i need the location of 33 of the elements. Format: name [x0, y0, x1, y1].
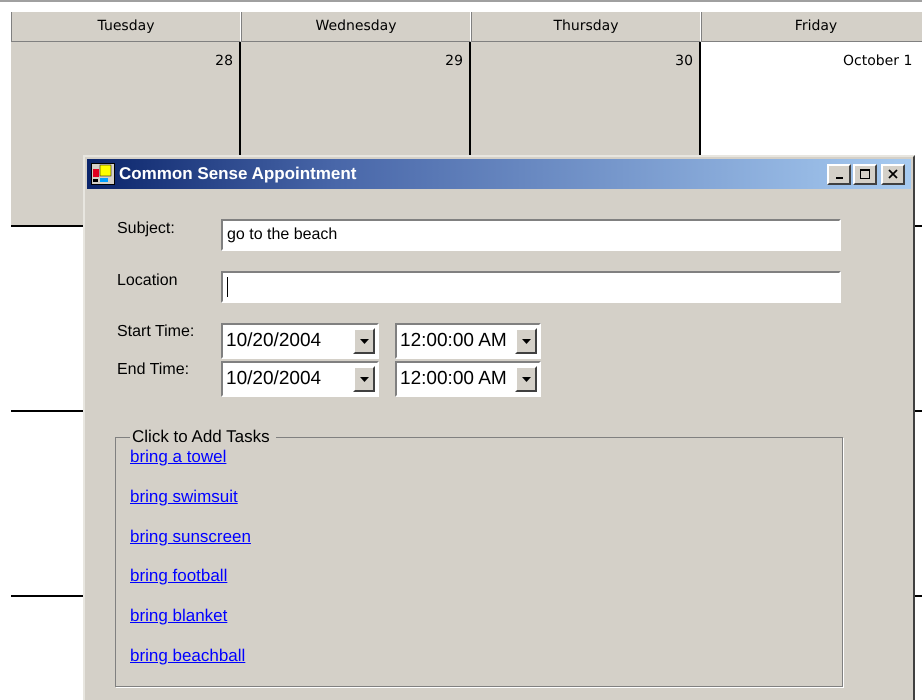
date-label: 30: [675, 53, 693, 69]
date-picker[interactable]: 10/20/2004: [221, 361, 379, 397]
window-title: Common Sense Appointment: [119, 164, 358, 184]
task-link[interactable]: bring blanket: [130, 606, 228, 646]
minimize-icon: [836, 177, 842, 179]
date-label: 28: [215, 53, 233, 69]
task-link[interactable]: bring beachball: [130, 646, 246, 686]
day-header: Tuesday: [11, 12, 241, 42]
subject-field[interactable]: go to the beach: [221, 219, 841, 251]
date-label: 29: [445, 53, 463, 69]
minimize-button[interactable]: [827, 164, 851, 184]
date-picker[interactable]: 10/20/2004: [221, 323, 379, 359]
maximize-button[interactable]: [853, 164, 877, 184]
group-title: Click to Add Tasks: [131, 427, 271, 447]
maximize-icon: [860, 169, 870, 179]
day-header: Thursday: [471, 12, 701, 42]
close-icon: [888, 169, 898, 179]
task-link[interactable]: bring swimsuit: [130, 486, 238, 527]
time-label: Start Time:: [117, 323, 196, 341]
subject-label: Subject:: [117, 219, 176, 238]
task-link[interactable]: bring football: [130, 566, 228, 606]
time-picker[interactable]: 12:00:00 AM: [395, 323, 541, 359]
date-label: October 1: [843, 53, 912, 69]
time-label: End Time:: [117, 361, 190, 379]
app-icon: [91, 163, 115, 185]
close-button[interactable]: [881, 164, 905, 184]
day-header: Friday: [701, 12, 922, 42]
day-header: Wednesday: [241, 12, 471, 42]
task-link[interactable]: bring a towel: [130, 447, 226, 487]
location-label: Location: [117, 271, 178, 290]
location-field[interactable]: [221, 271, 841, 303]
time-picker[interactable]: 12:00:00 AM: [395, 361, 541, 397]
task-link[interactable]: bring sunscreen: [130, 526, 251, 566]
